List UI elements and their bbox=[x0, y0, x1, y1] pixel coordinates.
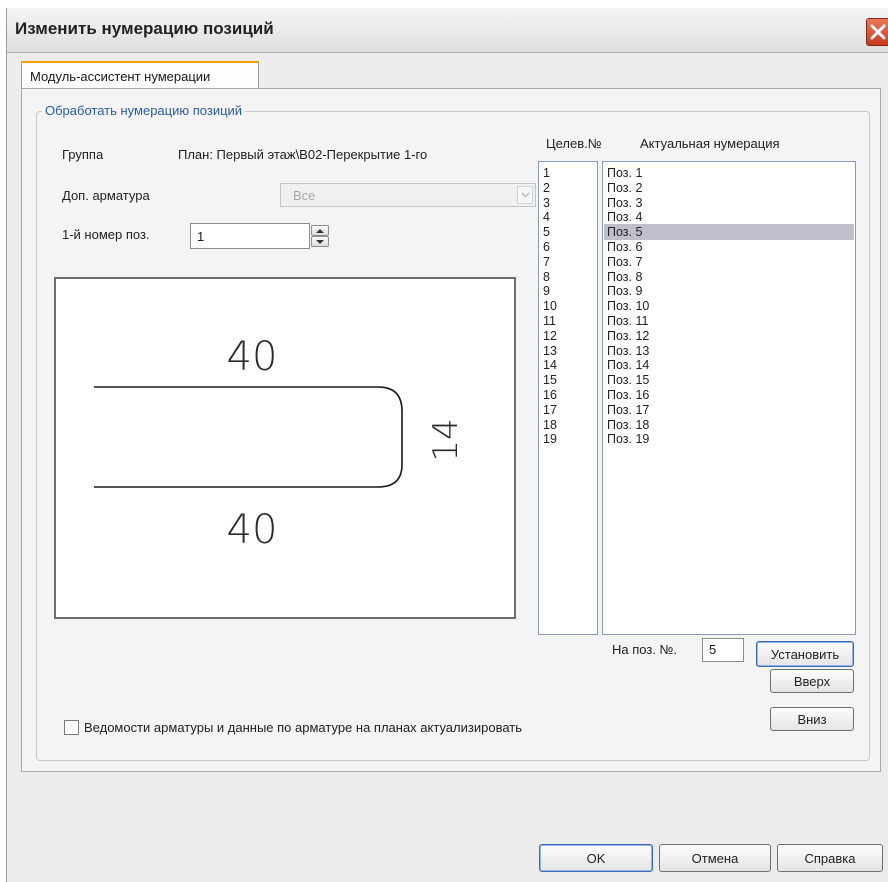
chevron-down-icon bbox=[521, 192, 530, 198]
actual-numbering-header: Актуальная нумерация bbox=[640, 136, 780, 151]
window-title: Изменить нумерацию позиций bbox=[15, 19, 274, 38]
target-number-item[interactable]: 13 bbox=[543, 344, 557, 358]
first-pos-spinner bbox=[310, 223, 332, 249]
move-to-value: 5 bbox=[709, 642, 717, 657]
move-down-button[interactable]: Вниз bbox=[770, 707, 854, 731]
target-number-item[interactable]: 6 bbox=[543, 240, 550, 254]
spin-down-button[interactable] bbox=[311, 236, 329, 247]
actual-position-item[interactable]: Поз. 9 bbox=[607, 284, 642, 298]
move-up-label: Вверх bbox=[793, 674, 831, 689]
first-pos-value: 1 bbox=[197, 229, 205, 244]
move-down-label: Вниз bbox=[797, 712, 827, 727]
side-dimension: 14 bbox=[426, 418, 466, 461]
extra-rebar-value: Все bbox=[293, 188, 316, 203]
dialog-window: Изменить нумерацию позиций Модуль-ассист… bbox=[6, 8, 888, 882]
target-number-item[interactable]: 1 bbox=[543, 166, 550, 180]
actual-position-item[interactable]: Поз. 18 bbox=[607, 418, 649, 432]
spin-down-icon bbox=[316, 240, 324, 244]
actual-position-item[interactable]: Поз. 6 bbox=[607, 240, 642, 254]
target-number-item[interactable]: 8 bbox=[543, 270, 550, 284]
target-number-item[interactable]: 14 bbox=[543, 358, 557, 372]
set-button[interactable]: Установить bbox=[756, 641, 854, 667]
ok-button[interactable]: OK bbox=[539, 844, 653, 872]
target-number-item[interactable]: 10 bbox=[543, 299, 557, 313]
move-up-button[interactable]: Вверх bbox=[770, 669, 854, 693]
actual-position-item[interactable]: Поз. 8 bbox=[607, 270, 642, 284]
actual-position-item[interactable]: Поз. 19 bbox=[607, 432, 649, 446]
target-number-item[interactable]: 5 bbox=[543, 225, 550, 239]
tab-panel: Обработать нумерацию позиций Группа План… bbox=[21, 88, 881, 772]
extra-rebar-label: Доп. арматура bbox=[62, 188, 150, 203]
target-number-item[interactable]: 7 bbox=[543, 255, 550, 269]
target-number-item[interactable]: 9 bbox=[543, 284, 550, 298]
actual-position-item[interactable]: Поз. 3 bbox=[607, 196, 642, 210]
set-button-label: Установить bbox=[770, 647, 840, 662]
target-number-item[interactable]: 12 bbox=[543, 329, 557, 343]
target-number-header: Целев.№ bbox=[546, 136, 602, 151]
actual-position-item[interactable]: Поз. 16 bbox=[607, 388, 649, 402]
actual-position-item[interactable]: Поз. 4 bbox=[607, 210, 642, 224]
actual-position-item[interactable]: Поз. 7 bbox=[607, 255, 642, 269]
target-number-list[interactable]: 1 2 3 4 5 6 7 8 9 10 11 12 13 14 15 16 17 18 19 bbox=[538, 161, 598, 635]
combo-dropdown-button[interactable] bbox=[517, 186, 533, 204]
first-pos-input[interactable]: 1 bbox=[190, 223, 310, 249]
group-value: План: Первый этаж\B02-Перекрытие 1-го bbox=[178, 147, 428, 162]
close-icon bbox=[870, 24, 886, 40]
update-schedules-checkbox[interactable] bbox=[64, 720, 79, 735]
update-schedules-label: Ведомости арматуры и данные по арматуре … bbox=[84, 720, 522, 735]
tab-label: Модуль-ассистент нумерации bbox=[30, 69, 211, 84]
move-to-input[interactable]: 5 bbox=[702, 638, 744, 662]
actual-position-item[interactable]: Поз. 15 bbox=[607, 373, 649, 387]
cancel-label: Отмена bbox=[691, 851, 739, 866]
actual-position-item[interactable]: Поз. 1 bbox=[607, 166, 642, 180]
actual-position-item[interactable]: Поз. 12 bbox=[607, 329, 649, 343]
actual-position-item[interactable]: Поз. 13 bbox=[607, 344, 649, 358]
move-to-label: На поз. №. bbox=[612, 642, 678, 657]
target-number-item[interactable]: 11 bbox=[543, 314, 556, 328]
actual-position-item[interactable]: Поз. 11 bbox=[607, 314, 648, 328]
target-number-item[interactable]: 16 bbox=[543, 388, 557, 402]
cancel-button[interactable]: Отмена bbox=[659, 844, 771, 872]
target-number-item[interactable]: 15 bbox=[543, 373, 557, 387]
shape-preview: 40 40 14 bbox=[54, 277, 516, 619]
actual-position-item[interactable]: Поз. 14 bbox=[607, 358, 649, 372]
rebar-shape-drawing: 40 40 14 bbox=[94, 334, 466, 553]
actual-position-item[interactable]: Поз. 17 bbox=[607, 403, 649, 417]
top-dimension: 40 bbox=[227, 334, 278, 380]
extra-rebar-select[interactable]: Все bbox=[280, 183, 536, 207]
actual-position-item[interactable]: Поз. 10 bbox=[607, 299, 649, 313]
groupbox-legend: Обработать нумерацию позиций bbox=[42, 103, 246, 118]
actual-position-item[interactable]: Поз. 5 bbox=[607, 225, 642, 239]
target-number-item[interactable]: 19 bbox=[543, 432, 557, 446]
help-label: Справка bbox=[804, 851, 856, 866]
spin-up-button[interactable] bbox=[311, 225, 329, 236]
bottom-dimension: 40 bbox=[227, 507, 278, 553]
target-number-item[interactable]: 4 bbox=[543, 210, 550, 224]
title-bar: Изменить нумерацию позиций bbox=[7, 8, 888, 53]
rebar-shape bbox=[94, 386, 403, 488]
tab-numbering-assistant[interactable]: Модуль-ассистент нумерации bbox=[21, 61, 259, 89]
target-number-item[interactable]: 18 bbox=[543, 418, 557, 432]
target-number-item[interactable]: 2 bbox=[543, 181, 550, 195]
spin-up-icon bbox=[316, 229, 324, 233]
actual-numbering-list[interactable]: Поз. 1 Поз. 2 Поз. 3 Поз. 4 Поз. 5 Поз. 6 Поз.… bbox=[602, 161, 856, 635]
actual-position-item[interactable]: Поз. 2 bbox=[607, 181, 642, 195]
ok-label: OK bbox=[586, 851, 606, 866]
help-button[interactable]: Справка bbox=[777, 844, 883, 872]
target-number-item[interactable]: 3 bbox=[543, 196, 550, 210]
first-pos-label: 1-й номер поз. bbox=[62, 227, 150, 242]
target-number-item[interactable]: 17 bbox=[543, 403, 557, 417]
close-button[interactable] bbox=[866, 18, 888, 46]
group-label: Группа bbox=[62, 147, 104, 162]
